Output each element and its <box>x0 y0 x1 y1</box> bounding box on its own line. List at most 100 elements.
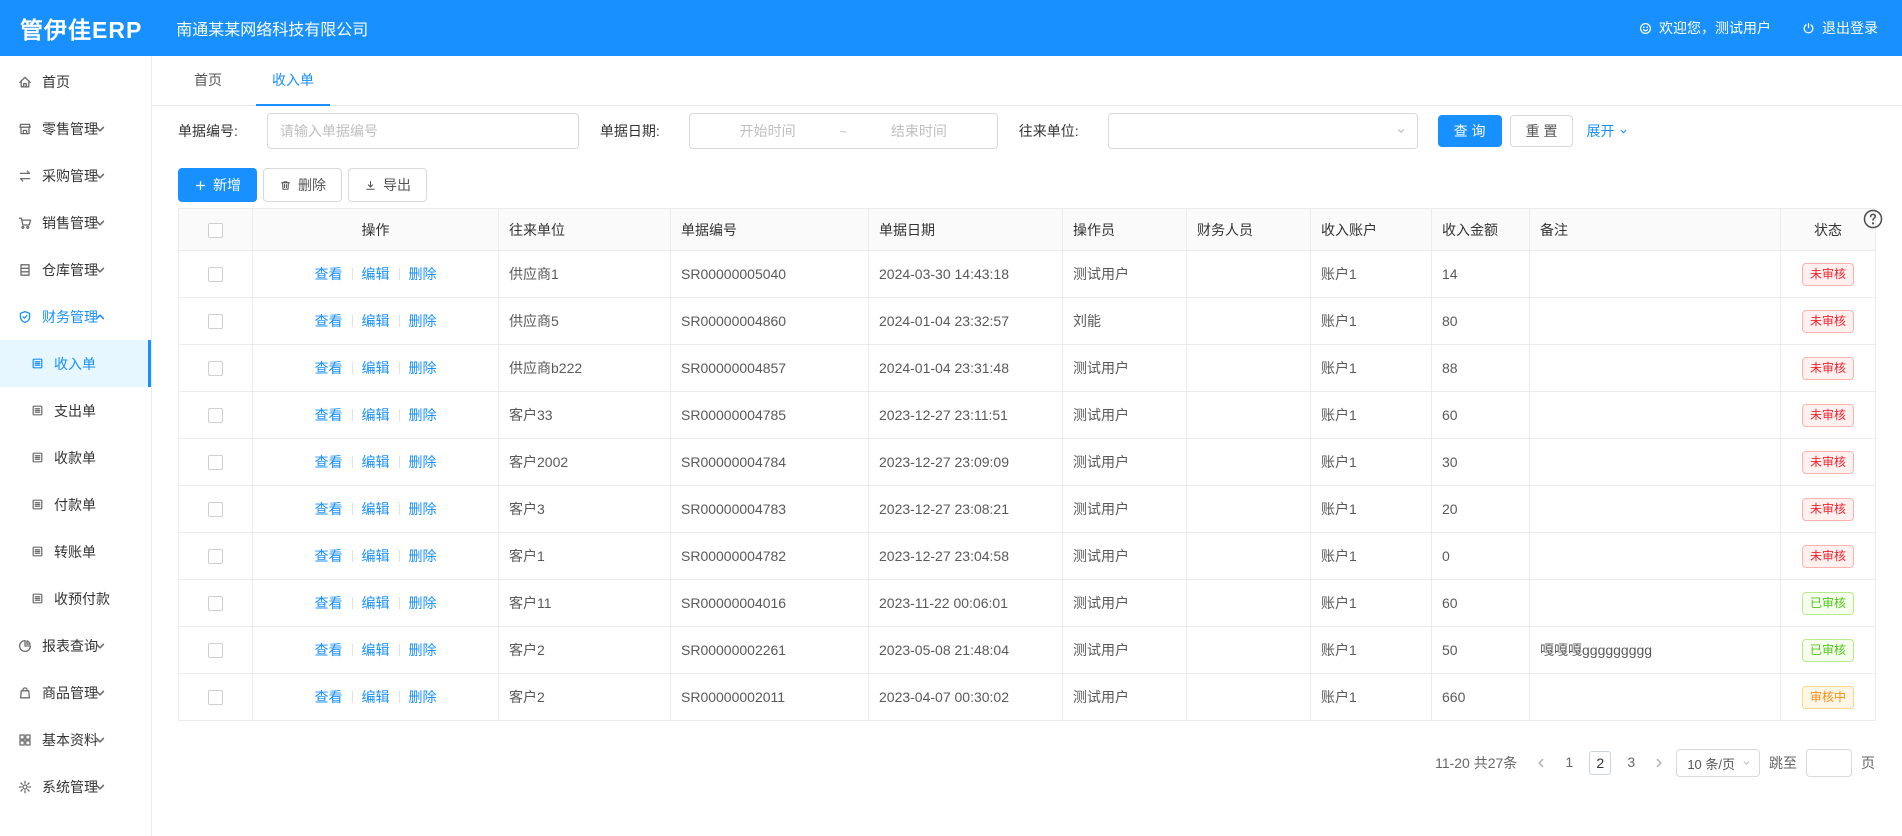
search-button[interactable]: 查 询 <box>1438 115 1502 147</box>
delete-link[interactable]: 删除 <box>409 407 437 423</box>
help-icon[interactable] <box>1862 208 1884 230</box>
page-size-select[interactable]: 10 条/页 <box>1676 749 1760 777</box>
chevron-down-icon <box>92 168 108 184</box>
edit-link[interactable]: 编辑 <box>362 454 390 470</box>
tab[interactable]: 收入单 <box>256 56 330 106</box>
row-checkbox[interactable] <box>208 596 223 611</box>
delete-link[interactable]: 删除 <box>409 595 437 611</box>
sidebar-item[interactable]: 零售管理 <box>0 105 151 152</box>
sidebar-subitem-label: 收预付款 <box>54 589 110 609</box>
view-link[interactable]: 查看 <box>315 454 343 470</box>
sidebar-subitem[interactable]: 收入单 <box>0 340 151 387</box>
cell-account: 账户1 <box>1311 439 1432 486</box>
edit-link[interactable]: 编辑 <box>362 642 390 658</box>
sidebar-item[interactable]: 系统管理 <box>0 763 151 810</box>
sidebar-item[interactable]: 财务管理 <box>0 293 151 340</box>
sidebar-item-label: 销售管理 <box>42 213 98 233</box>
reset-button[interactable]: 重 置 <box>1510 115 1574 147</box>
cell-remark <box>1530 486 1781 533</box>
prev-page-button[interactable] <box>1533 755 1549 771</box>
row-checkbox[interactable] <box>208 690 223 705</box>
view-link[interactable]: 查看 <box>315 689 343 705</box>
row-checkbox[interactable] <box>208 267 223 282</box>
delete-link[interactable]: 删除 <box>409 313 437 329</box>
view-link[interactable]: 查看 <box>315 595 343 611</box>
date-range-picker[interactable]: ~ <box>689 113 998 149</box>
sidebar-subitem[interactable]: 支出单 <box>0 387 151 434</box>
export-button[interactable]: 导出 <box>348 168 427 202</box>
sidebar-item[interactable]: 首页 <box>0 58 151 105</box>
edit-link[interactable]: 编辑 <box>362 360 390 376</box>
row-checkbox[interactable] <box>208 643 223 658</box>
page-button-3[interactable]: 3 <box>1620 751 1642 775</box>
view-link[interactable]: 查看 <box>315 313 343 329</box>
records-table: 操作往来单位单据编号单据日期操作员财务人员收入账户收入金额备注状态 查看编辑删除… <box>178 208 1876 721</box>
edit-link[interactable]: 编辑 <box>362 548 390 564</box>
bill-no-input[interactable] <box>267 113 579 149</box>
sidebar-item-label: 仓库管理 <box>42 260 98 280</box>
cell-date: 2024-03-30 14:43:18 <box>869 251 1063 298</box>
sidebar-subitem[interactable]: 收款单 <box>0 434 151 481</box>
edit-link[interactable]: 编辑 <box>362 501 390 517</box>
row-checkbox[interactable] <box>208 361 223 376</box>
sidebar-subitem[interactable]: 付款单 <box>0 481 151 528</box>
next-page-button[interactable] <box>1651 755 1667 771</box>
link-separator <box>399 691 400 703</box>
cell-bill-no: SR00000004860 <box>671 298 869 345</box>
delete-button[interactable]: 删除 <box>263 168 342 202</box>
view-link[interactable]: 查看 <box>315 407 343 423</box>
pagination: 11-20 共27条12310 条/页跳至页 <box>178 749 1875 777</box>
delete-link[interactable]: 删除 <box>409 689 437 705</box>
view-link[interactable]: 查看 <box>315 360 343 376</box>
sidebar-item[interactable]: 仓库管理 <box>0 246 151 293</box>
add-button[interactable]: 新增 <box>178 168 257 202</box>
edit-link[interactable]: 编辑 <box>362 595 390 611</box>
sidebar-item[interactable]: 销售管理 <box>0 199 151 246</box>
jump-page-input[interactable] <box>1806 749 1852 777</box>
expand-link[interactable]: 展开 <box>1586 121 1629 141</box>
cell-remark <box>1530 298 1781 345</box>
date-start-input[interactable] <box>698 123 838 139</box>
delete-link[interactable]: 删除 <box>409 266 437 282</box>
row-checkbox[interactable] <box>208 408 223 423</box>
sidebar-subitem[interactable]: 收预付款 <box>0 575 151 622</box>
select-all-checkbox[interactable] <box>208 223 223 238</box>
page-button-2[interactable]: 2 <box>1589 751 1611 775</box>
date-separator: ~ <box>837 124 849 139</box>
view-link[interactable]: 查看 <box>315 642 343 658</box>
chevron-down-icon <box>92 215 108 231</box>
row-checkbox[interactable] <box>208 314 223 329</box>
column-header: 单据日期 <box>869 209 1063 251</box>
edit-link[interactable]: 编辑 <box>362 407 390 423</box>
view-link[interactable]: 查看 <box>315 266 343 282</box>
sidebar-subitem[interactable]: 转账单 <box>0 528 151 575</box>
logout-button[interactable]: 退出登录 <box>1801 18 1878 38</box>
edit-link[interactable]: 编辑 <box>362 266 390 282</box>
edit-link[interactable]: 编辑 <box>362 689 390 705</box>
delete-link[interactable]: 删除 <box>409 642 437 658</box>
edit-link[interactable]: 编辑 <box>362 313 390 329</box>
date-end-input[interactable] <box>849 123 989 139</box>
sidebar-item-label: 财务管理 <box>42 307 98 327</box>
partner-select[interactable] <box>1108 113 1418 149</box>
row-checkbox[interactable] <box>208 455 223 470</box>
sidebar-item[interactable]: 报表查询 <box>0 622 151 669</box>
welcome-user[interactable]: 欢迎您，测试用户 <box>1638 18 1771 38</box>
view-link[interactable]: 查看 <box>315 501 343 517</box>
delete-link[interactable]: 删除 <box>409 548 437 564</box>
doc-icon <box>30 450 45 465</box>
tab[interactable]: 首页 <box>178 56 238 106</box>
delete-link[interactable]: 删除 <box>409 360 437 376</box>
sidebar-item[interactable]: 采购管理 <box>0 152 151 199</box>
main-panel: 首页收入单 单据编号: 单据日期: ~ 往来单位: 查 询 <box>152 56 1902 836</box>
page-button-1[interactable]: 1 <box>1558 751 1580 775</box>
delete-link[interactable]: 删除 <box>409 454 437 470</box>
chevron-down-icon <box>92 121 108 137</box>
row-checkbox[interactable] <box>208 502 223 517</box>
sidebar-item[interactable]: 商品管理 <box>0 669 151 716</box>
sidebar-item[interactable]: 基本资料 <box>0 716 151 763</box>
delete-link[interactable]: 删除 <box>409 501 437 517</box>
page-size-label: 10 条/页 <box>1687 754 1735 773</box>
view-link[interactable]: 查看 <box>315 548 343 564</box>
row-checkbox[interactable] <box>208 549 223 564</box>
